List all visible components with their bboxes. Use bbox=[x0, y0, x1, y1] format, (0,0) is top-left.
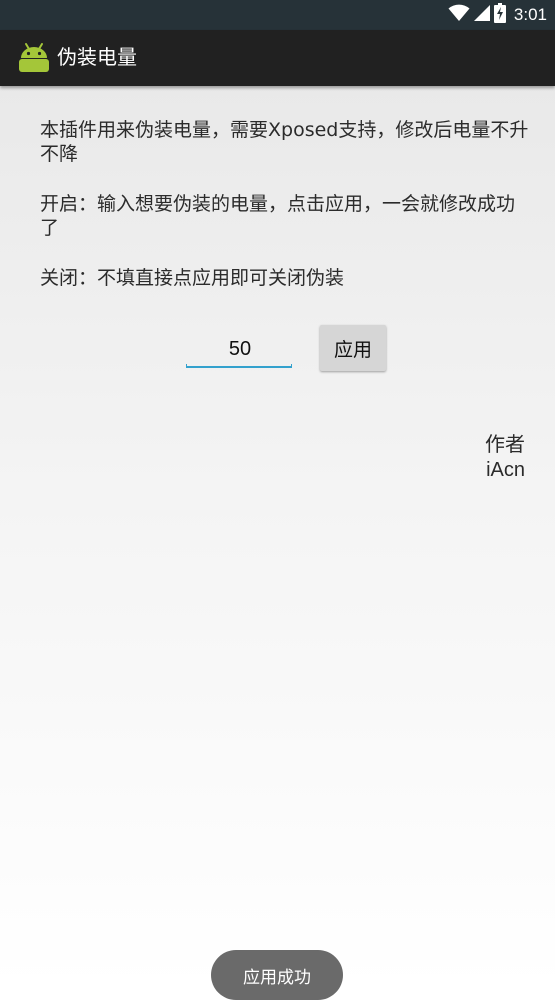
app-title: 伪装电量 bbox=[57, 45, 137, 69]
toast-message: 应用成功 bbox=[211, 950, 343, 1000]
signal-icon bbox=[473, 4, 490, 26]
main-content: 本插件用来伪装电量，需要Xposed支持，修改后电量不升不降 开启：输入想要伪装… bbox=[0, 86, 555, 1000]
battery-level-input[interactable] bbox=[186, 334, 294, 364]
battery-level-field bbox=[186, 334, 294, 368]
wifi-icon bbox=[448, 4, 470, 26]
android-icon bbox=[16, 40, 52, 76]
input-underline bbox=[186, 364, 292, 368]
disable-instructions: 关闭：不填直接点应用即可关闭伪装 bbox=[40, 267, 345, 289]
author-label: 作者 bbox=[485, 432, 525, 456]
battery-charging-icon bbox=[493, 3, 506, 27]
status-icons: 3:01 bbox=[448, 0, 547, 30]
status-bar: 3:01 bbox=[0, 0, 555, 30]
apply-button[interactable]: 应用 bbox=[320, 325, 386, 371]
enable-instructions: 开启：输入想要伪装的电量，点击应用，一会就修改成功了 bbox=[40, 193, 516, 239]
action-bar: 伪装电量 bbox=[0, 30, 555, 86]
description-text: 本插件用来伪装电量，需要Xposed支持，修改后电量不升不降 bbox=[40, 119, 529, 165]
author-name: iAcn bbox=[486, 459, 525, 481]
status-time: 3:01 bbox=[513, 5, 547, 24]
